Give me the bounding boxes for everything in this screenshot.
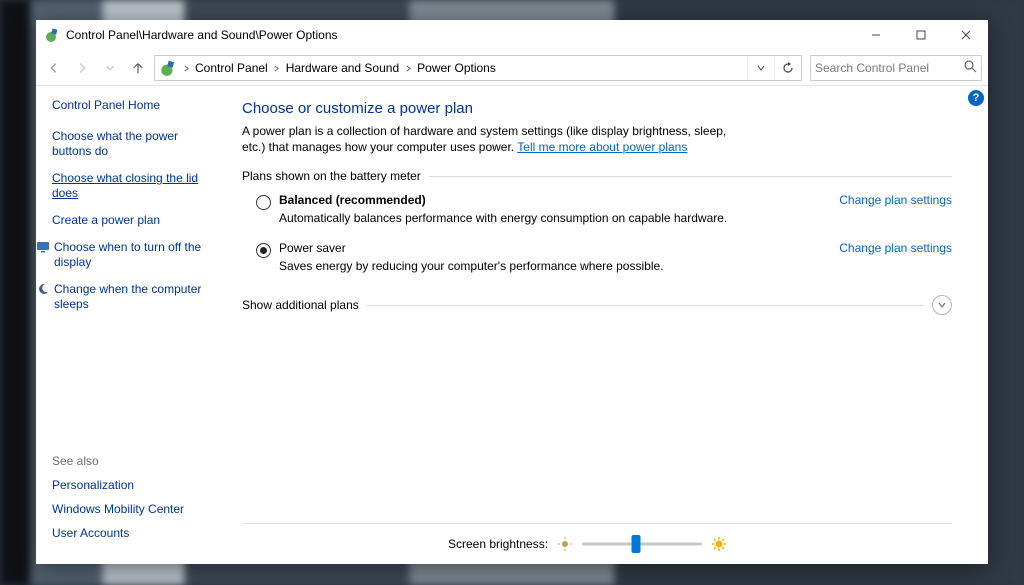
plan-power-saver-desc: Saves energy by reducing your computer's… [279,259,664,273]
plans-section-header: Plans shown on the battery meter [242,169,952,183]
breadcrumb-power-options[interactable]: Power Options [415,61,498,75]
see-also: See also Personalization Windows Mobilit… [52,454,214,554]
page-title: Choose or customize a power plan [242,100,952,117]
divider [429,176,952,177]
chevron-down-icon[interactable] [932,295,952,315]
navbar: Control Panel Hardware and Sound Power O… [36,51,988,86]
plan-balanced-radio[interactable] [256,195,271,210]
search-icon [964,60,977,76]
plan-balanced-row: Balanced (recommended) Automatically bal… [242,193,952,237]
breadcrumb-hardware-and-sound[interactable]: Hardware and Sound [284,61,401,75]
breadcrumb-control-panel[interactable]: Control Panel [193,61,270,75]
window-title: Control Panel\Hardware and Sound\Power O… [66,28,338,42]
create-power-plan-link[interactable]: Create a power plan [52,213,214,228]
chevron-right-icon[interactable] [181,65,191,72]
search-placeholder: Search Control Panel [815,61,964,75]
sidebar: Control Panel Home Choose what the power… [36,86,222,564]
plans-section-label: Plans shown on the battery meter [242,169,421,183]
control-panel-home-link[interactable]: Control Panel Home [52,98,214,113]
slider-track [582,543,702,546]
additional-plans-label: Show additional plans [242,298,359,312]
search-input[interactable]: Search Control Panel [810,55,982,81]
brightness-bar: Screen brightness: [242,523,952,564]
main-panel: ? Choose or customize a power plan A pow… [222,86,988,564]
address-dropdown-button[interactable] [747,56,774,80]
control-panel-window: Control Panel\Hardware and Sound\Power O… [36,20,988,564]
up-button[interactable] [126,56,150,80]
display-icon [36,240,50,254]
tell-me-more-link[interactable]: Tell me more about power plans [517,140,687,154]
brightness-label: Screen brightness: [448,537,548,551]
close-button[interactable] [943,20,988,50]
address-bar[interactable]: Control Panel Hardware and Sound Power O… [154,55,802,81]
maximize-button[interactable] [898,20,943,50]
divider [367,305,924,306]
content-area: Control Panel Home Choose what the power… [36,86,988,564]
power-options-icon [44,27,60,43]
plan-power-saver-name: Power saver [279,241,664,255]
window-controls [853,20,988,50]
slider-thumb[interactable] [632,535,641,553]
user-accounts-link[interactable]: User Accounts [52,526,214,540]
refresh-button[interactable] [774,56,801,80]
change-plan-settings-power-saver[interactable]: Change plan settings [839,241,952,285]
additional-plans-header[interactable]: Show additional plans [242,295,952,315]
chevron-right-icon[interactable] [403,65,413,72]
titlebar: Control Panel\Hardware and Sound\Power O… [36,20,988,51]
closing-lid-link[interactable]: Choose what closing the lid does [52,171,214,201]
brightness-slider[interactable] [582,534,702,554]
turn-off-display-link[interactable]: Choose when to turn off the display [54,240,214,270]
plan-power-saver-row: Power saver Saves energy by reducing you… [242,241,952,285]
forward-button[interactable] [70,56,94,80]
page-description: A power plan is a collection of hardware… [242,123,752,155]
personalization-link[interactable]: Personalization [52,478,214,492]
chevron-right-icon[interactable] [272,65,282,72]
brightness-low-icon [558,537,572,551]
power-options-icon [159,59,177,77]
mobility-center-link[interactable]: Windows Mobility Center [52,502,214,516]
help-icon[interactable]: ? [968,90,984,106]
minimize-button[interactable] [853,20,898,50]
change-plan-settings-balanced[interactable]: Change plan settings [839,193,952,237]
plan-balanced-desc: Automatically balances performance with … [279,211,727,225]
moon-icon [36,282,50,296]
see-also-heading: See also [52,454,214,468]
plan-balanced-name: Balanced (recommended) [279,193,727,207]
plan-power-saver-radio[interactable] [256,243,271,258]
brightness-high-icon [712,537,726,551]
recent-locations-button[interactable] [98,56,122,80]
back-button[interactable] [42,56,66,80]
computer-sleeps-link[interactable]: Change when the computer sleeps [54,282,214,312]
power-buttons-link[interactable]: Choose what the power buttons do [52,129,214,159]
